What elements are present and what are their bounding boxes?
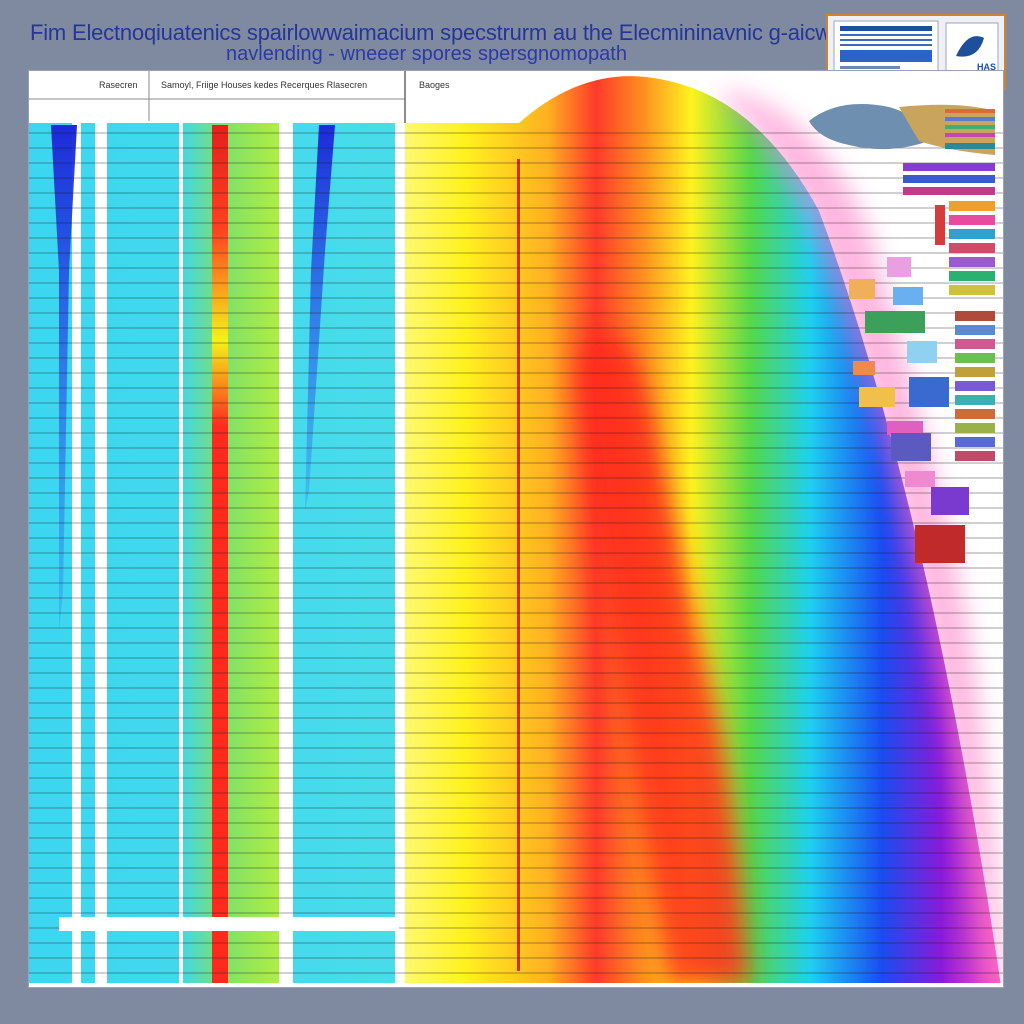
page-subtitle: navlending - wneeer spores [226,43,472,65]
column-header-1: Rasecren [99,80,138,90]
column-header-3: Baoges [419,80,450,90]
column-header-2: Samoyl, Friige Houses kedes Recerques Rl… [161,80,367,90]
page-subtitle-secondary: spersgnomopath [478,43,627,65]
spectrum-panel: Rasecren Samoyl, Friige Houses kedes Rec… [28,70,1004,988]
spectrum-graphic: Rasecren Samoyl, Friige Houses kedes Rec… [29,71,1003,987]
